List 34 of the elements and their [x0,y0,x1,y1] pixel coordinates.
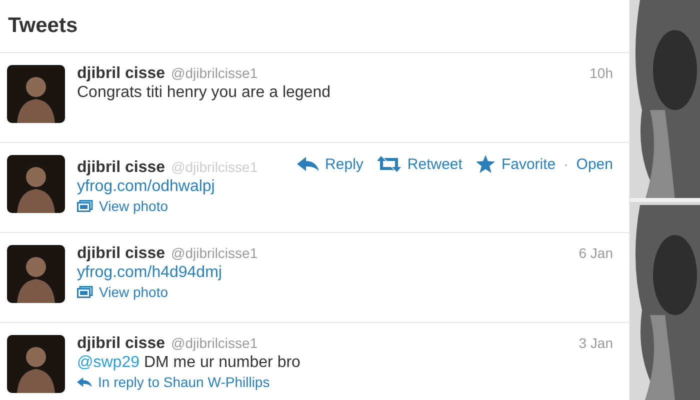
reply-icon [77,376,92,388]
view-photo-link[interactable]: View photo [77,198,168,214]
avatar[interactable] [7,155,65,213]
user-name[interactable]: djibril cisse [77,335,166,353]
reply-icon [297,156,320,172]
user-name[interactable]: djibril cisse [77,65,166,83]
view-photo-link[interactable]: View photo [77,284,168,300]
user-name[interactable]: djibril cisse [77,245,166,263]
tweet-link[interactable]: yfrog.com/h4d94dmj [77,264,222,282]
photo-icon [77,200,93,212]
star-icon [476,155,496,173]
avatar[interactable] [7,65,65,123]
tweet-text: Congrats titi henry you are a legend [77,84,330,102]
separator-dot: · [564,156,568,172]
retweet-action[interactable]: Retweet [377,156,462,172]
open-action[interactable]: Open [576,156,613,172]
user-handle: @djibrilcisse1 [171,335,258,351]
tweet-link[interactable]: yfrog.com/odhwalpj [77,178,215,196]
mention-link[interactable]: @swp29 [77,354,140,371]
stream-title: Tweets [8,14,78,38]
tweet-time[interactable]: 3 Jan [578,335,613,351]
tweet-time[interactable]: 6 Jan [578,245,613,261]
user-handle: @djibrilcisse1 [171,245,258,261]
user-handle: @djibrilcisse1 [171,65,258,81]
favorite-action[interactable]: Favorite [476,155,556,173]
reply-action[interactable]: Reply [297,156,364,172]
tweet-text: @swp29 DM me ur number bro [77,354,300,372]
photo-icon [77,286,93,298]
retweet-icon [377,156,402,172]
avatar[interactable] [7,335,65,393]
avatar[interactable] [7,245,65,303]
user-name[interactable]: djibril cisse [77,158,166,176]
tweet-time[interactable]: 10h [590,65,613,81]
in-reply-to-link[interactable]: In reply to Shaun W-Phillips [77,374,270,390]
